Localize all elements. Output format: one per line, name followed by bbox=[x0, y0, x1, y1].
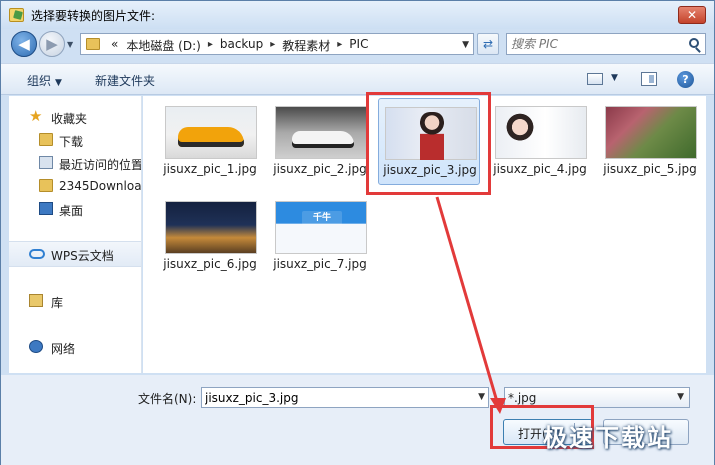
watermark: 极速下载站 bbox=[543, 424, 673, 452]
sidebar-item-2345download[interactable]: 2345Downloa bbox=[9, 176, 142, 196]
address-row: ◀ ▶ ▼ « 本地磁盘 (D:) ▸ backup ▸ 教程素材 ▸ PIC … bbox=[1, 29, 714, 61]
sidebar-item-label: 库 bbox=[51, 296, 64, 310]
file-name: jisuxz_pic_1.jpg bbox=[163, 162, 257, 176]
file-item[interactable]: jisuxz_pic_1.jpg bbox=[159, 98, 261, 185]
file-open-dialog: 选择要转换的图片文件: ✕ ◀ ▶ ▼ « 本地磁盘 (D:) ▸ backup… bbox=[0, 0, 715, 465]
file-thumbnail: 千牛 bbox=[275, 201, 367, 254]
file-thumbnail bbox=[165, 106, 257, 159]
sidebar-item-desktop[interactable]: 桌面 bbox=[9, 199, 141, 219]
file-name: jisuxz_pic_6.jpg bbox=[163, 257, 257, 271]
preview-pane-icon[interactable] bbox=[641, 72, 657, 86]
chevron-down-icon[interactable]: ▼ bbox=[478, 392, 485, 402]
folder-icon bbox=[39, 179, 53, 192]
folder-icon bbox=[39, 133, 53, 146]
file-name: jisuxz_pic_4.jpg bbox=[493, 162, 587, 176]
chevron-right-icon[interactable]: ▸ bbox=[205, 37, 216, 54]
help-icon[interactable]: ? bbox=[677, 71, 694, 88]
recent-locations-dropdown[interactable]: ▼ bbox=[67, 40, 77, 50]
search-input[interactable] bbox=[511, 36, 681, 52]
folder-icon bbox=[86, 38, 100, 50]
qianniu-logo: 千牛 bbox=[302, 211, 342, 225]
sidebar-item-network[interactable]: 网络 bbox=[9, 337, 141, 357]
search-box[interactable] bbox=[506, 33, 706, 55]
breadcrumb: « 本地磁盘 (D:) ▸ backup ▸ 教程素材 ▸ PIC bbox=[107, 37, 372, 54]
file-item[interactable]: jisuxz_pic_5.jpg bbox=[599, 98, 701, 185]
organize-button[interactable]: 组织 ▼ bbox=[27, 72, 62, 89]
file-thumbnail bbox=[605, 106, 697, 159]
filename-label: 文件名(N): bbox=[138, 392, 197, 406]
view-mode-icon[interactable] bbox=[587, 73, 603, 85]
filename-input[interactable] bbox=[205, 390, 465, 405]
sidebar-item-downloads[interactable]: 下载 bbox=[9, 130, 141, 150]
sidebar-item-label: 桌面 bbox=[59, 204, 84, 218]
refresh-button[interactable]: ⇄ bbox=[477, 33, 499, 55]
sidebar-item-recent[interactable]: 最近访问的位置 bbox=[9, 153, 142, 173]
filename-combobox[interactable]: ▼ bbox=[201, 387, 489, 408]
chevron-down-icon[interactable]: ▼ bbox=[462, 40, 469, 50]
breadcrumb-tutorial[interactable]: 教程素材 bbox=[278, 37, 334, 54]
desktop-icon bbox=[39, 202, 53, 215]
sidebar-item-label: 网络 bbox=[51, 342, 76, 356]
sidebar-item-wps-cloud[interactable]: WPS云文档 bbox=[9, 244, 141, 264]
chevron-down-icon: ▼ bbox=[55, 78, 62, 88]
navigation-pane: ★ 收藏夹 下载 最近访问的位置 2345Downloa 桌面 WPS云文档 库 bbox=[9, 96, 142, 373]
sidebar-item-favorites[interactable]: ★ 收藏夹 bbox=[9, 107, 141, 127]
file-name: jisuxz_pic_7.jpg bbox=[273, 257, 367, 271]
chevron-down-icon[interactable]: ▼ bbox=[611, 73, 618, 83]
address-bar[interactable]: « 本地磁盘 (D:) ▸ backup ▸ 教程素材 ▸ PIC ▼ bbox=[80, 33, 474, 55]
sidebar-item-label: 收藏夹 bbox=[51, 112, 88, 126]
breadcrumb-backup[interactable]: backup bbox=[216, 37, 267, 54]
close-button[interactable]: ✕ bbox=[678, 6, 706, 24]
sidebar-item-label: 下载 bbox=[59, 135, 84, 149]
file-item[interactable]: jisuxz_pic_4.jpg bbox=[489, 98, 591, 185]
cloud-icon bbox=[29, 249, 45, 259]
chevron-right-icon[interactable]: ▸ bbox=[334, 37, 345, 54]
sidebar-item-label: 2345Downloa bbox=[59, 179, 142, 193]
recent-places-icon bbox=[39, 156, 53, 169]
image-file-icon bbox=[9, 8, 24, 22]
file-item[interactable]: jisuxz_pic_6.jpg bbox=[159, 193, 261, 280]
file-name: jisuxz_pic_2.jpg bbox=[273, 162, 367, 176]
breadcrumb-overflow[interactable]: « bbox=[107, 37, 122, 54]
file-name: jisuxz_pic_5.jpg bbox=[603, 162, 697, 176]
search-icon[interactable] bbox=[689, 38, 699, 48]
chevron-down-icon: ▼ bbox=[677, 392, 684, 402]
star-icon: ★ bbox=[29, 107, 43, 125]
file-item[interactable]: jisuxz_pic_2.jpg bbox=[269, 98, 371, 185]
file-thumbnail bbox=[495, 106, 587, 159]
highlight-box-selected-file bbox=[366, 92, 491, 195]
organize-label: 组织 bbox=[27, 74, 52, 88]
back-button[interactable]: ◀ bbox=[11, 31, 37, 57]
sidebar-item-label: WPS云文档 bbox=[51, 249, 114, 263]
chevron-right-icon[interactable]: ▸ bbox=[267, 37, 278, 54]
window-title: 选择要转换的图片文件: bbox=[31, 9, 156, 23]
title-bar: 选择要转换的图片文件: ✕ bbox=[1, 1, 714, 29]
file-thumbnail bbox=[165, 201, 257, 254]
new-folder-button[interactable]: 新建文件夹 bbox=[95, 72, 155, 89]
breadcrumb-drive[interactable]: 本地磁盘 (D:) bbox=[122, 37, 204, 54]
library-icon bbox=[29, 294, 43, 307]
breadcrumb-pic[interactable]: PIC bbox=[345, 37, 372, 54]
file-thumbnail bbox=[275, 106, 367, 159]
sidebar-item-libraries[interactable]: 库 bbox=[9, 291, 141, 311]
toolbar: 组织 ▼ 新建文件夹 ▼ ? bbox=[1, 63, 714, 95]
sidebar-item-label: 最近访问的位置 bbox=[59, 158, 142, 172]
network-icon bbox=[29, 340, 43, 353]
file-item[interactable]: 千牛 jisuxz_pic_7.jpg bbox=[269, 193, 371, 280]
filetype-value: *.jpg bbox=[508, 391, 537, 405]
forward-button[interactable]: ▶ bbox=[39, 31, 65, 57]
